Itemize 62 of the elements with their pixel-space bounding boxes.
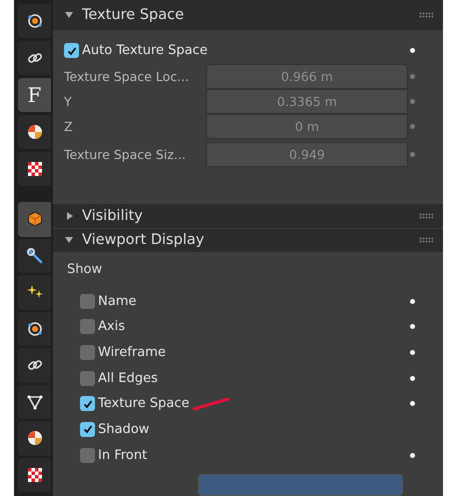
keyframe-dot-icon[interactable] [410,98,415,104]
checker-icon [28,162,42,176]
shading-ball-icon [26,124,42,140]
keyframe-dot-icon[interactable] [410,124,415,129]
keyframe-dot-icon[interactable] [410,152,415,157]
keyframe-dot-icon[interactable] [410,298,415,304]
field-label: Texture Space Siz... [64,146,187,162]
triangle-vertex-icon [26,394,42,410]
option-checkbox[interactable]: Name [80,294,136,309]
checkbox-label: Name [98,294,136,309]
properties-tab[interactable] [18,458,51,492]
keyframe-dot-icon[interactable] [410,350,415,355]
checkbox-label: Wireframe [98,344,166,360]
keyframe-dot-icon[interactable] [410,74,415,79]
properties-tab[interactable] [18,348,51,382]
disclosure-triangle-icon [65,12,73,18]
field-label: Z [64,118,74,134]
orbit-icon [26,320,42,337]
field-label: Y [64,94,73,109]
option-checkbox[interactable]: All Edges [80,370,158,386]
orbit-icon [26,13,42,29]
drag-handle-icon[interactable] [419,237,433,244]
disclosure-triangle-icon [65,237,73,244]
keyframe-dot-icon[interactable] [410,324,415,330]
link-icon [26,50,42,66]
properties-tab[interactable] [18,384,51,419]
wrench-icon [26,248,42,264]
properties-tab[interactable] [18,115,51,149]
section-header[interactable]: Visibility [53,204,443,228]
keyframe-dot-icon[interactable] [410,401,415,406]
checkbox-label: Texture Space [98,396,190,412]
properties-tab[interactable] [18,421,51,456]
shading-ball-icon [26,430,42,446]
properties-tab[interactable] [18,41,51,75]
keyframe-dot-icon[interactable] [410,376,415,381]
option-checkbox[interactable]: Texture Space [80,396,190,412]
properties-tab[interactable] [18,4,51,38]
field-label: Texture Space Loc... [64,68,190,84]
option-checkbox[interactable]: Wireframe [80,344,166,360]
drag-handle-icon[interactable] [419,12,433,18]
checkbox-label: In Front [98,448,148,463]
keyframe-dot-icon[interactable] [410,48,415,54]
checkbox-label: Shadow [98,422,150,437]
properties-tab[interactable] [18,202,51,236]
section-header[interactable]: Texture Space [53,0,443,30]
properties-tab[interactable] [18,275,51,310]
cube-icon [26,211,42,228]
option-checkbox[interactable]: Shadow [80,422,150,437]
properties-tab[interactable]: F [18,78,51,112]
option-checkbox[interactable]: Axis [80,319,125,334]
checker-icon [28,468,42,482]
section-header[interactable]: Viewport Display [53,228,443,252]
keyframe-dot-icon[interactable] [410,452,415,458]
checkbox-label: All Edges [98,370,158,386]
properties-tab[interactable] [18,152,51,186]
checkbox-label: Axis [98,319,125,334]
drag-handle-icon[interactable] [419,212,433,219]
properties-tab[interactable] [18,238,51,273]
option-checkbox[interactable]: In Front [80,448,148,463]
properties-tab[interactable] [18,312,51,346]
disclosure-triangle-icon [67,212,73,220]
section-label: Show [66,262,104,280]
